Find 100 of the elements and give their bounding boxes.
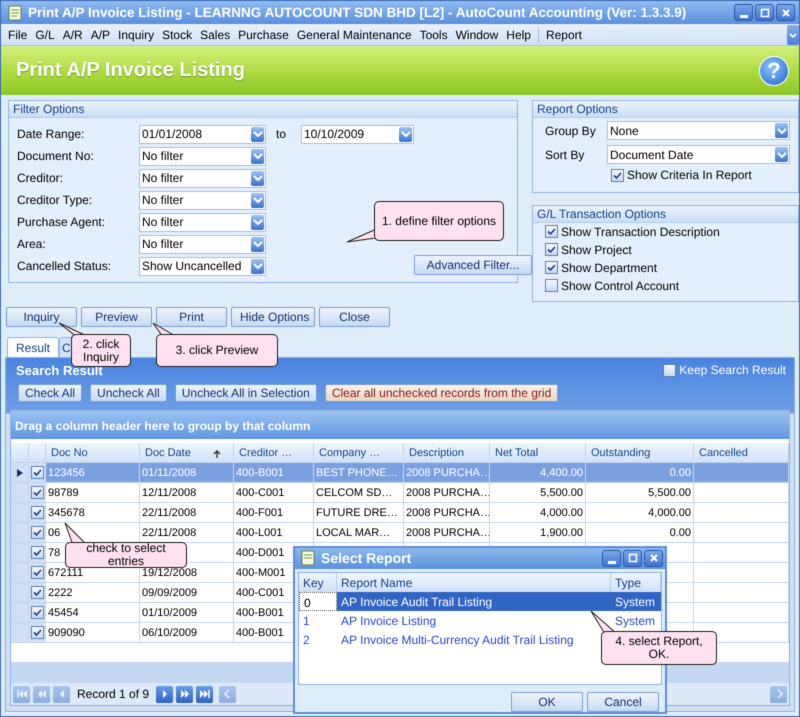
field-label: Purchase Agent: bbox=[17, 215, 106, 229]
maximize-icon bbox=[758, 6, 770, 18]
dropdown[interactable]: Document Date bbox=[607, 145, 790, 164]
dialog-title: Select Report bbox=[321, 550, 412, 566]
dropdown[interactable]: 10/10/2009 bbox=[301, 124, 414, 144]
checkbox[interactable] bbox=[30, 546, 44, 559]
document-icon bbox=[301, 550, 315, 566]
table-cell[interactable]: AP Invoice Listing bbox=[337, 610, 611, 630]
close-icon bbox=[648, 552, 660, 564]
dropdown[interactable]: No filter bbox=[139, 190, 266, 210]
checkbox[interactable] bbox=[545, 279, 558, 292]
field-label: to bbox=[275, 127, 288, 141]
menu-item[interactable]: General Maintenance bbox=[292, 28, 416, 42]
dropdown[interactable]: No filter bbox=[139, 168, 266, 188]
checkbox[interactable] bbox=[545, 261, 558, 274]
action-button[interactable]: Inquiry bbox=[6, 307, 77, 327]
checkbox[interactable] bbox=[30, 506, 44, 519]
menu-item[interactable]: Window bbox=[452, 28, 502, 42]
nav-button[interactable] bbox=[196, 686, 214, 702]
advanced-filter-button[interactable]: Advanced Filter... bbox=[414, 255, 532, 275]
checkbox[interactable] bbox=[30, 486, 44, 499]
field-label: Creditor: bbox=[17, 171, 64, 185]
checkbox[interactable] bbox=[545, 243, 558, 256]
field-label: Date Range: bbox=[17, 127, 86, 141]
field-label: Sort By bbox=[545, 148, 586, 162]
checkbox[interactable] bbox=[611, 168, 624, 182]
menu-item[interactable]: Purchase bbox=[234, 28, 293, 42]
table-cell[interactable]: System bbox=[611, 610, 661, 630]
grid-action-button[interactable]: Check All bbox=[18, 384, 82, 402]
table-cell: 2222 bbox=[46, 583, 140, 603]
column-header[interactable]: Key bbox=[299, 572, 337, 592]
table-cell: 09/09/2009 bbox=[140, 583, 234, 603]
grid-action-button[interactable]: Uncheck All in Selection bbox=[174, 384, 317, 402]
dropdown[interactable]: Show Uncancelled bbox=[139, 256, 266, 276]
close-button[interactable] bbox=[776, 4, 795, 21]
checkbox[interactable] bbox=[30, 566, 44, 579]
table-cell: 06/10/2009 bbox=[140, 623, 234, 643]
checkbox[interactable] bbox=[663, 364, 676, 376]
grid-action-button[interactable]: Uncheck All bbox=[90, 384, 167, 402]
menu-item[interactable]: Tools bbox=[416, 28, 452, 42]
menu-item[interactable]: G/L bbox=[31, 28, 59, 42]
menu-item[interactable]: Sales bbox=[196, 28, 234, 42]
table-cell: 4,000.00 bbox=[490, 503, 586, 523]
window-title: Print A/P Invoice Listing - LEARNNG AUTOCOUNT SDN BHD [L2] - AutoCount Accounting (Ver: 1.3.3.9) bbox=[28, 5, 686, 20]
table-cell: 400-F001 bbox=[234, 503, 314, 523]
group-by-bar: Drag a column header here to group by that column bbox=[11, 411, 789, 439]
checkbox-label: Keep Search Result bbox=[679, 363, 786, 377]
table-cell: 400-L001 bbox=[234, 523, 314, 543]
table-cell: BEST PHONE… bbox=[314, 463, 404, 483]
checkbox[interactable] bbox=[545, 225, 558, 238]
action-button[interactable]: Hide Options bbox=[231, 307, 315, 327]
dialog-button[interactable]: OK bbox=[511, 692, 583, 712]
minimize-button[interactable] bbox=[734, 4, 753, 21]
minimize-button[interactable] bbox=[602, 550, 621, 567]
dropdown[interactable]: None bbox=[607, 121, 790, 140]
dropdown[interactable]: No filter bbox=[139, 212, 266, 232]
table-cell: LOCAL MAR… bbox=[314, 523, 404, 543]
menu-item[interactable]: A/P bbox=[86, 28, 114, 42]
dropdown[interactable]: No filter bbox=[139, 146, 266, 166]
close-icon bbox=[780, 6, 792, 18]
menu-item[interactable]: Help bbox=[502, 28, 535, 42]
menu-overflow-button[interactable] bbox=[787, 24, 799, 44]
close-button[interactable] bbox=[644, 550, 663, 567]
menu-item[interactable]: Inquiry bbox=[114, 28, 158, 42]
table-cell: 0.00 bbox=[586, 523, 694, 543]
grid-action-button[interactable]: Clear all unchecked records from the grid bbox=[324, 384, 558, 402]
checkbox[interactable] bbox=[30, 626, 44, 639]
menu-item[interactable]: File bbox=[4, 28, 32, 42]
table-cell: 45454 bbox=[46, 603, 140, 623]
dialog-button[interactable]: Cancel bbox=[587, 692, 659, 712]
menu-item[interactable]: Stock bbox=[158, 28, 196, 42]
menu-item[interactable]: Report bbox=[542, 28, 586, 42]
panel-title: Filter Options bbox=[9, 101, 517, 118]
action-button[interactable]: Close bbox=[319, 307, 390, 327]
row-indicator[interactable] bbox=[11, 463, 29, 483]
checkbox[interactable] bbox=[30, 466, 44, 479]
table-cell: 01/11/2008 bbox=[140, 463, 234, 483]
checkbox[interactable] bbox=[30, 526, 44, 539]
nav-button[interactable] bbox=[176, 686, 194, 702]
double-right-arrow-icon bbox=[178, 689, 191, 699]
checkbox[interactable] bbox=[30, 606, 44, 619]
maximize-icon bbox=[626, 552, 638, 564]
table-cell: 0.00 bbox=[586, 463, 694, 483]
dropdown[interactable]: No filter bbox=[139, 234, 266, 254]
checkbox-label: Show Transaction Description bbox=[561, 224, 720, 239]
table-cell: FUTURE DRE… bbox=[314, 503, 404, 523]
action-button[interactable]: Preview bbox=[81, 307, 152, 327]
action-button[interactable]: Print bbox=[156, 307, 227, 327]
table-cell[interactable]: System bbox=[611, 592, 661, 611]
nav-button[interactable] bbox=[156, 686, 174, 702]
checkbox[interactable] bbox=[30, 586, 44, 599]
table-cell: 5,500.00 bbox=[490, 483, 586, 503]
dropdown[interactable]: 01/01/2008 bbox=[139, 124, 266, 144]
tab[interactable]: Result bbox=[7, 337, 60, 357]
maximize-button[interactable] bbox=[623, 550, 642, 567]
menu-item[interactable]: A/R bbox=[58, 28, 87, 42]
table-cell: 909090 bbox=[46, 623, 140, 643]
maximize-button[interactable] bbox=[755, 4, 774, 21]
table-cell[interactable]: AP Invoice Audit Trail Listing bbox=[337, 592, 611, 611]
page-title: Print A/P Invoice Listing bbox=[16, 59, 245, 82]
